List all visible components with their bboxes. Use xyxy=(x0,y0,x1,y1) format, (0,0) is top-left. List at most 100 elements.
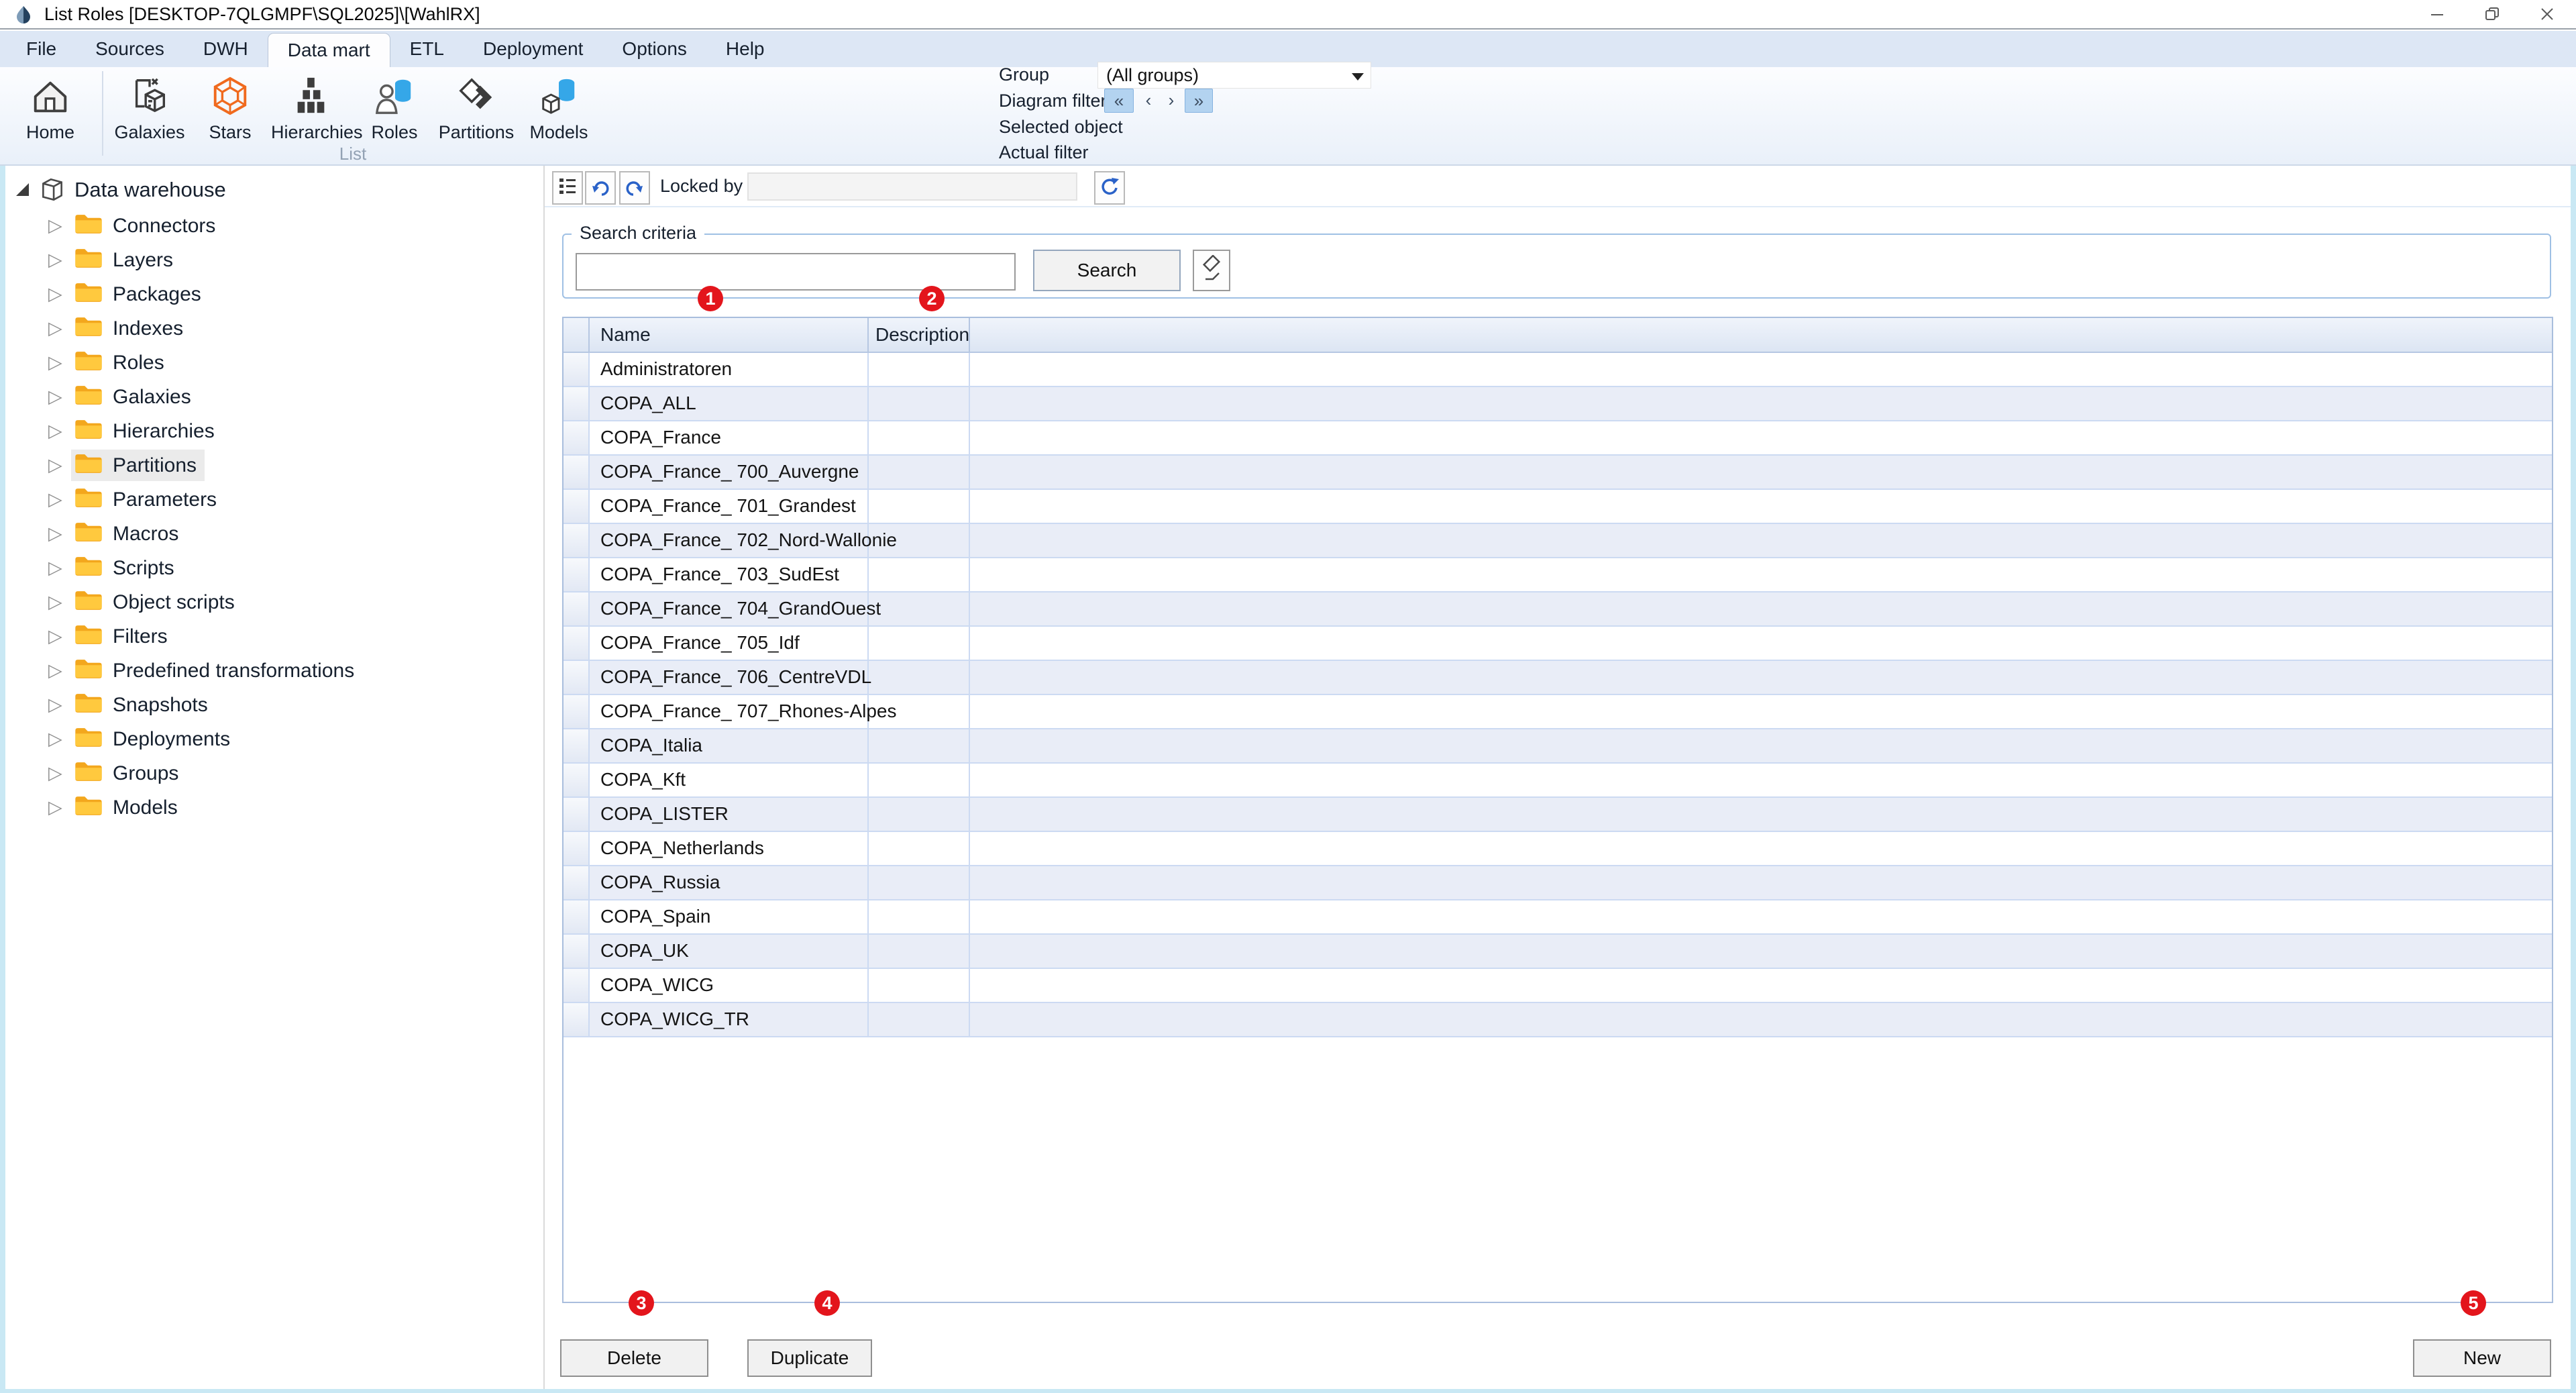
tree-item-filters[interactable]: ▷Filters xyxy=(5,619,543,654)
cell-name[interactable]: Administratoren xyxy=(590,353,869,387)
expander-collapsed-icon[interactable]: ▷ xyxy=(48,627,71,646)
table-row[interactable]: COPA_France_ 707_Rhones-Alpes xyxy=(564,695,2552,729)
row-selector[interactable] xyxy=(564,695,590,729)
row-selector[interactable] xyxy=(564,524,590,558)
menu-item-options[interactable]: Options xyxy=(602,31,706,67)
cell-name[interactable]: COPA_France_ 702_Nord-Wallonie xyxy=(590,524,869,558)
table-row[interactable]: COPA_France_ 704_GrandOuest xyxy=(564,592,2552,627)
table-row[interactable]: COPA_France_ 706_CentreVDL xyxy=(564,661,2552,695)
row-selector[interactable] xyxy=(564,627,590,661)
cell-description[interactable] xyxy=(869,866,970,900)
expander-collapsed-icon[interactable]: ▷ xyxy=(48,217,71,235)
expander-collapsed-icon[interactable]: ▷ xyxy=(48,559,71,577)
row-selector[interactable] xyxy=(564,353,590,387)
expander-collapsed-icon[interactable]: ▷ xyxy=(48,491,71,509)
grid-header-description[interactable]: Description xyxy=(869,318,970,352)
cell-description[interactable] xyxy=(869,627,970,661)
menu-item-deployment[interactable]: Deployment xyxy=(464,31,602,67)
ribbon-stars-button[interactable]: Stars xyxy=(191,72,270,143)
row-selector[interactable] xyxy=(564,764,590,798)
cell-name[interactable]: COPA_Italia xyxy=(590,729,869,764)
expander-collapsed-icon[interactable]: ▷ xyxy=(48,525,71,543)
cell-name[interactable]: COPA_WICG_TR xyxy=(590,1003,869,1037)
cell-description[interactable] xyxy=(869,387,970,421)
menu-item-sources[interactable]: Sources xyxy=(76,31,184,67)
ribbon-home-button[interactable]: Home xyxy=(11,72,90,143)
row-selector[interactable] xyxy=(564,592,590,627)
tree-item-macros[interactable]: ▷Macros xyxy=(5,517,543,551)
restore-button[interactable] xyxy=(2471,0,2513,28)
table-row[interactable]: COPA_Italia xyxy=(564,729,2552,764)
tree-item-scripts[interactable]: ▷Scripts xyxy=(5,551,543,585)
row-selector[interactable] xyxy=(564,969,590,1003)
row-selector[interactable] xyxy=(564,900,590,935)
cell-description[interactable] xyxy=(869,524,970,558)
list-view-button[interactable] xyxy=(552,171,583,205)
cell-name[interactable]: COPA_France_ 705_Idf xyxy=(590,627,869,661)
tree-item-connectors[interactable]: ▷Connectors xyxy=(5,209,543,243)
expander-collapsed-icon[interactable]: ▷ xyxy=(48,593,71,611)
menu-item-data-mart[interactable]: Data mart xyxy=(268,33,390,67)
menu-item-file[interactable]: File xyxy=(7,31,76,67)
row-selector[interactable] xyxy=(564,421,590,456)
cell-description[interactable] xyxy=(869,490,970,524)
cell-name[interactable]: COPA_LISTER xyxy=(590,798,869,832)
cell-description[interactable] xyxy=(869,353,970,387)
tree-item-roles[interactable]: ▷Roles xyxy=(5,346,543,380)
table-row[interactable]: COPA_Netherlands xyxy=(564,832,2552,866)
table-row[interactable]: COPA_WICG xyxy=(564,969,2552,1003)
row-selector[interactable] xyxy=(564,866,590,900)
tree-item-groups[interactable]: ▷Groups xyxy=(5,756,543,790)
delete-button[interactable]: Delete xyxy=(560,1339,708,1377)
table-row[interactable]: COPA_UK xyxy=(564,935,2552,969)
cell-name[interactable]: COPA_France_ 703_SudEst xyxy=(590,558,869,592)
refresh-button[interactable] xyxy=(1094,171,1125,205)
expander-collapsed-icon[interactable]: ▷ xyxy=(48,285,71,303)
table-row[interactable]: COPA_ALL xyxy=(564,387,2552,421)
cell-description[interactable] xyxy=(869,661,970,695)
table-row[interactable]: COPA_France_ 702_Nord-Wallonie xyxy=(564,524,2552,558)
cell-description[interactable] xyxy=(869,832,970,866)
expander-collapsed-icon[interactable]: ▷ xyxy=(48,764,71,782)
diagram-filter-next-button[interactable]: › xyxy=(1162,89,1181,113)
minimize-button[interactable] xyxy=(2416,0,2458,28)
cell-description[interactable] xyxy=(869,421,970,456)
cell-name[interactable]: COPA_ALL xyxy=(590,387,869,421)
expander-collapsed-icon[interactable]: ▷ xyxy=(48,388,71,406)
cell-description[interactable] xyxy=(869,798,970,832)
ribbon-hierarchies-button[interactable]: Hierarchies xyxy=(271,72,350,143)
cell-description[interactable] xyxy=(869,935,970,969)
cell-description[interactable] xyxy=(869,456,970,490)
cell-description[interactable] xyxy=(869,695,970,729)
diagram-filter-first-button[interactable]: « xyxy=(1104,89,1134,113)
table-row[interactable]: COPA_WICG_TR xyxy=(564,1003,2552,1037)
diagram-filter-prev-button[interactable]: ‹ xyxy=(1139,89,1158,113)
redo-button[interactable] xyxy=(619,171,650,205)
undo-button[interactable] xyxy=(585,171,616,205)
expander-collapsed-icon[interactable]: ▷ xyxy=(48,319,71,338)
menu-item-dwh[interactable]: DWH xyxy=(184,31,268,67)
cell-description[interactable] xyxy=(869,729,970,764)
row-selector[interactable] xyxy=(564,387,590,421)
table-row[interactable]: Administratoren xyxy=(564,353,2552,387)
cell-name[interactable]: COPA_France_ 700_Auvergne xyxy=(590,456,869,490)
table-row[interactable]: COPA_LISTER xyxy=(564,798,2552,832)
clear-search-button[interactable] xyxy=(1193,250,1230,291)
row-selector[interactable] xyxy=(564,661,590,695)
table-row[interactable]: COPA_Russia xyxy=(564,866,2552,900)
expander-collapsed-icon[interactable]: ▷ xyxy=(48,456,71,474)
cell-name[interactable]: COPA_Russia xyxy=(590,866,869,900)
tree-item-models[interactable]: ▷Models xyxy=(5,790,543,825)
tree-item-hierarchies[interactable]: ▷Hierarchies xyxy=(5,414,543,448)
diagram-filter-last-button[interactable]: » xyxy=(1185,89,1213,113)
search-button[interactable]: Search xyxy=(1033,250,1181,291)
cell-name[interactable]: COPA_Spain xyxy=(590,900,869,935)
row-selector[interactable] xyxy=(564,490,590,524)
ribbon-roles-button[interactable]: Roles xyxy=(355,72,434,143)
expander-collapsed-icon[interactable]: ▷ xyxy=(48,662,71,680)
duplicate-button[interactable]: Duplicate xyxy=(747,1339,872,1377)
close-button[interactable] xyxy=(2526,0,2568,28)
tree-item-partitions[interactable]: ▷Partitions xyxy=(5,448,543,482)
cell-description[interactable] xyxy=(869,1003,970,1037)
tree-item-layers[interactable]: ▷Layers xyxy=(5,243,543,277)
